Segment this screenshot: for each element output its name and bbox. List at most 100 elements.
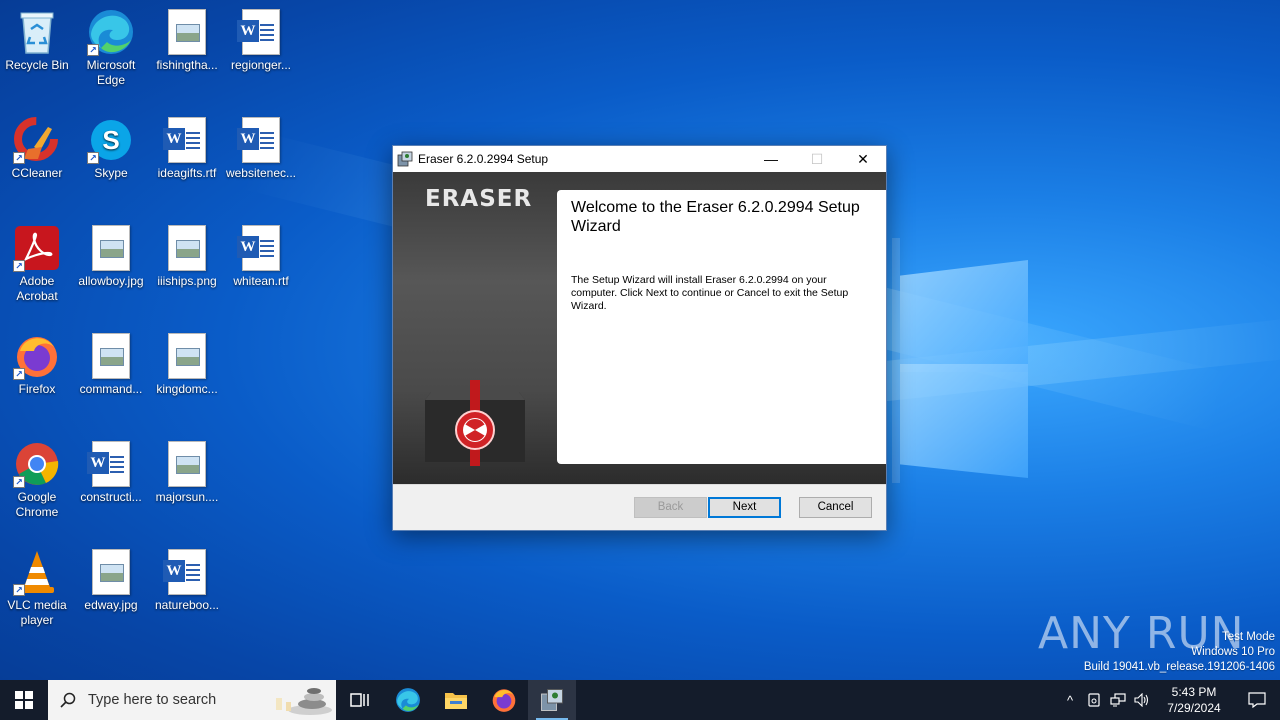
desktop-icon-ideagifts[interactable]: W ideagifts.rtf bbox=[150, 116, 224, 181]
shortcut-arrow-icon: ↗ bbox=[87, 152, 99, 164]
desktop-icon-label: regionger... bbox=[230, 58, 292, 72]
word-document-icon: W bbox=[87, 440, 135, 488]
desktop-icon-google-chrome[interactable]: ↗ Google Chrome bbox=[0, 440, 74, 520]
desktop-icon-adobe-acrobat[interactable]: ↗ Adobe Acrobat bbox=[0, 224, 74, 304]
maximize-icon: ☐ bbox=[810, 150, 824, 167]
welcome-title: Welcome to the Eraser 6.2.0.2994 Setup W… bbox=[571, 199, 860, 235]
desktop-icon-label: iiiships.png bbox=[157, 274, 217, 288]
next-button[interactable]: Next bbox=[708, 497, 781, 518]
action-center-button[interactable] bbox=[1234, 680, 1280, 720]
shortcut-arrow-icon: ↗ bbox=[87, 44, 99, 56]
image-file-icon bbox=[163, 440, 211, 488]
chevron-up-icon: ^ bbox=[1066, 692, 1074, 708]
recycle-bin-icon bbox=[13, 8, 61, 56]
taskbar-edge-button[interactable] bbox=[384, 680, 432, 720]
windows-start-icon bbox=[15, 691, 33, 709]
close-button[interactable]: ✕ bbox=[840, 146, 886, 172]
word-document-icon: W bbox=[237, 116, 285, 164]
desktop-icon-skype[interactable]: S ↗ Skype bbox=[74, 116, 148, 181]
taskbar-clock[interactable]: 5:43 PM 7/29/2024 bbox=[1154, 684, 1234, 716]
desktop-icon-websitenec[interactable]: W websitenec... bbox=[224, 116, 298, 181]
word-document-icon: W bbox=[237, 8, 285, 56]
desktop-icon-constructi[interactable]: W constructi... bbox=[74, 440, 148, 505]
tray-network-button[interactable] bbox=[1106, 680, 1130, 720]
taskbar-search-box[interactable]: Type here to search bbox=[48, 680, 336, 720]
desktop-icon-kingdomc[interactable]: kingdomc... bbox=[150, 332, 224, 397]
desktop-icon-vlc[interactable]: ↗ VLC media player bbox=[0, 548, 74, 628]
firefox-icon bbox=[492, 689, 516, 712]
edge-icon: ↗ bbox=[87, 8, 135, 56]
desktop-icon-label: Microsoft Edge bbox=[86, 58, 136, 87]
image-file-icon bbox=[163, 332, 211, 380]
welcome-panel: Welcome to the Eraser 6.2.0.2994 Setup W… bbox=[557, 190, 886, 464]
acrobat-icon: ↗ bbox=[13, 224, 61, 272]
image-file-icon bbox=[163, 8, 211, 56]
shortcut-arrow-icon: ↗ bbox=[13, 368, 25, 380]
installer-icon bbox=[397, 151, 413, 167]
windows-test-mode-watermark: Test Mode Windows 10 Pro Build 19041.vb_… bbox=[1084, 630, 1275, 675]
desktop-icon-majorsun[interactable]: majorsun.... bbox=[150, 440, 224, 505]
taskbar-file-explorer-button[interactable] bbox=[432, 680, 480, 720]
desktop-icon-label: allowboy.jpg bbox=[78, 274, 144, 288]
desktop-icon-label: natureboo... bbox=[154, 598, 220, 612]
word-document-icon: W bbox=[237, 224, 285, 272]
cancel-button[interactable]: Cancel bbox=[799, 497, 872, 518]
network-icon bbox=[1110, 693, 1126, 707]
desktop-icon-edway[interactable]: edway.jpg bbox=[74, 548, 148, 613]
image-file-icon bbox=[87, 224, 135, 272]
image-file-icon bbox=[87, 548, 135, 596]
desktop-icon-label: Google Chrome bbox=[15, 490, 59, 519]
window-titlebar[interactable]: Eraser 6.2.0.2994 Setup — ☐ ✕ bbox=[393, 146, 886, 172]
clock-time: 5:43 PM bbox=[1171, 685, 1217, 699]
maximize-button: ☐ bbox=[794, 146, 840, 172]
desktop-icon-microsoft-edge[interactable]: ↗ Microsoft Edge bbox=[74, 8, 148, 88]
desktop-icon-label: kingdomc... bbox=[156, 382, 218, 396]
task-view-button[interactable] bbox=[336, 680, 384, 720]
desktop-icon-label: CCleaner bbox=[11, 166, 63, 180]
minimize-button[interactable]: — bbox=[748, 146, 794, 172]
ccleaner-icon: ↗ bbox=[13, 116, 61, 164]
desktop-icon-recycle-bin[interactable]: Recycle Bin bbox=[0, 8, 74, 73]
taskbar-eraser-setup-button[interactable] bbox=[528, 680, 576, 720]
device-icon bbox=[1088, 693, 1100, 707]
eraser-logo-text: ERASER bbox=[425, 186, 533, 212]
svg-text:S: S bbox=[102, 125, 119, 155]
file-explorer-icon bbox=[445, 693, 467, 709]
desktop-icon-label: command... bbox=[79, 382, 143, 396]
search-placeholder: Type here to search bbox=[88, 692, 217, 708]
shortcut-arrow-icon: ↗ bbox=[13, 152, 25, 164]
desktop-icon-label: Adobe Acrobat bbox=[16, 274, 58, 303]
desktop-icon-label: Skype bbox=[94, 166, 128, 180]
watermark-line: Windows 10 Pro bbox=[1191, 646, 1275, 658]
desktop-icon-ccleaner[interactable]: ↗ CCleaner bbox=[0, 116, 74, 181]
eraser-setup-window: Eraser 6.2.0.2994 Setup — ☐ ✕ ERASER Wel… bbox=[392, 145, 887, 531]
desktop-icon-whitean[interactable]: W whitean.rtf bbox=[224, 224, 298, 289]
start-button[interactable] bbox=[0, 680, 48, 720]
desktop-icon-firefox[interactable]: ↗ Firefox bbox=[0, 332, 74, 397]
desktop-icon-allowboy[interactable]: allowboy.jpg bbox=[74, 224, 148, 289]
task-view-icon bbox=[350, 693, 369, 707]
desktop-icon-regionger[interactable]: W regionger... bbox=[224, 8, 298, 73]
desktop-icon-label: constructi... bbox=[80, 490, 142, 504]
eraser-setup-icon bbox=[541, 689, 563, 711]
volume-icon bbox=[1134, 693, 1149, 707]
desktop-icon-label: ideagifts.rtf bbox=[157, 166, 217, 180]
desktop-icon-label: edway.jpg bbox=[84, 598, 138, 612]
taskbar-firefox-button[interactable] bbox=[480, 680, 528, 720]
wizard-footer: Back Next Cancel bbox=[393, 484, 886, 530]
desktop-icon-fishingtha[interactable]: fishingtha... bbox=[150, 8, 224, 73]
desktop-icon-natureboo[interactable]: W natureboo... bbox=[150, 548, 224, 613]
shortcut-arrow-icon: ↗ bbox=[13, 476, 25, 488]
desktop-icon-command[interactable]: command... bbox=[74, 332, 148, 397]
desktop-icon-iiiships[interactable]: iiiships.png bbox=[150, 224, 224, 289]
desktop-icon-label: whitean.rtf bbox=[233, 274, 289, 288]
desktop-icon-label: Firefox bbox=[18, 382, 56, 396]
image-file-icon bbox=[163, 224, 211, 272]
show-hidden-icons-button[interactable]: ^ bbox=[1058, 680, 1082, 720]
chrome-icon: ↗ bbox=[13, 440, 61, 488]
word-document-icon: W bbox=[163, 548, 211, 596]
notification-icon bbox=[1248, 692, 1266, 708]
tray-volume-button[interactable] bbox=[1130, 680, 1154, 720]
tray-device-button[interactable] bbox=[1082, 680, 1106, 720]
edge-icon bbox=[396, 688, 420, 712]
